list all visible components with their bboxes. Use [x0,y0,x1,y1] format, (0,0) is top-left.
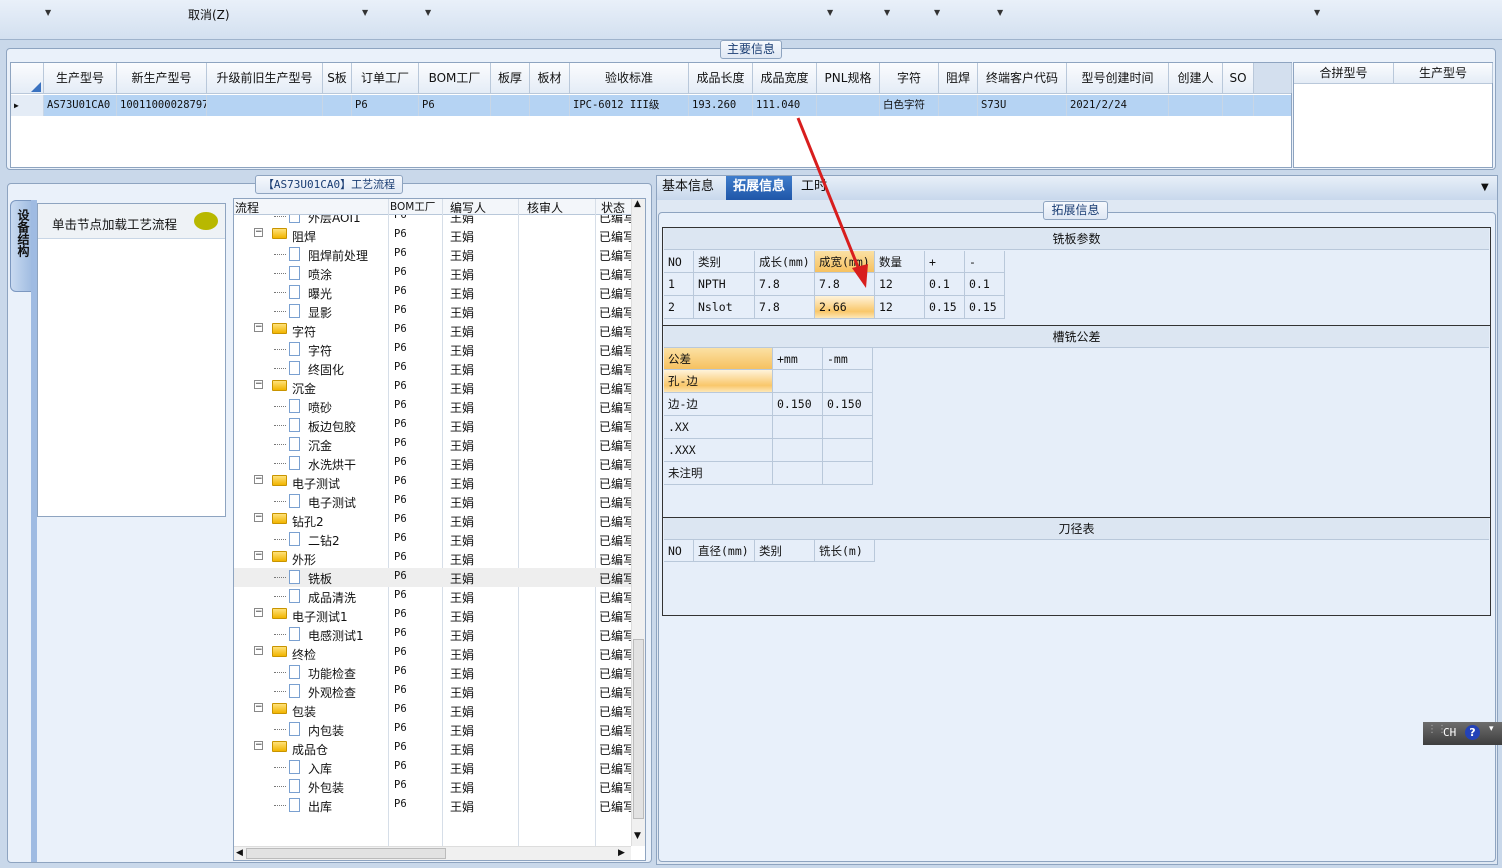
ime-language[interactable]: CH [1443,726,1456,739]
red-arrow-annotation [796,117,868,288]
help-icon[interactable]: ? [1465,725,1480,740]
ime-toolbar[interactable]: ⋮⋮ CH ? ▾ [1423,722,1502,745]
options-icon[interactable]: ▾ [1489,724,1494,734]
